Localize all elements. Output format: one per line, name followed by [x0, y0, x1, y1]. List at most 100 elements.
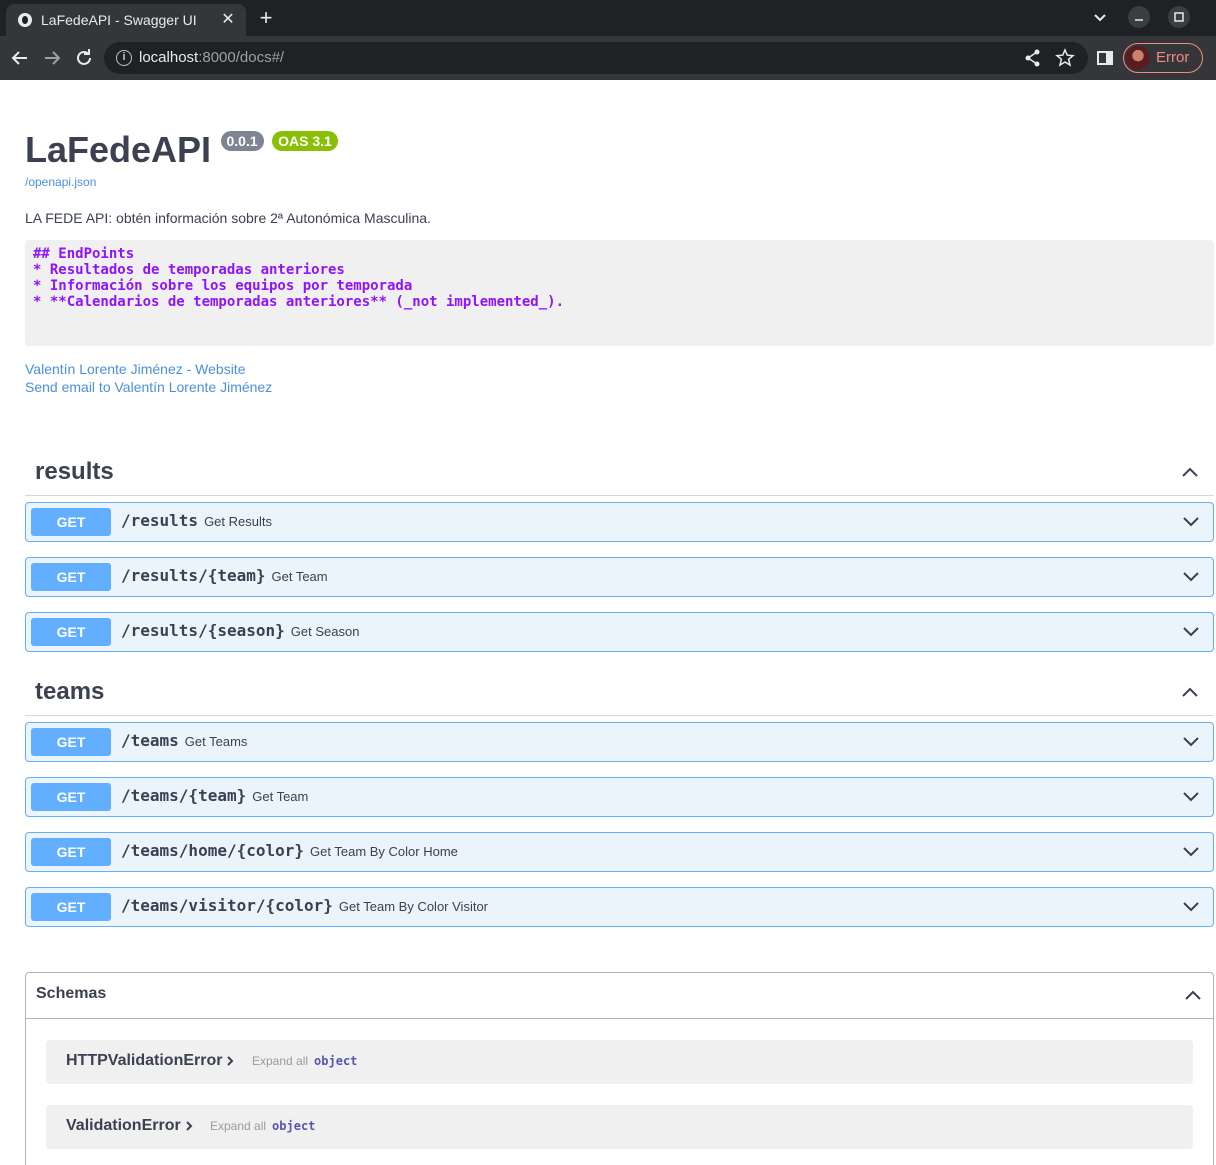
- profile-button[interactable]: Error: [1123, 43, 1203, 73]
- api-title-row: LaFedeAPI 0.0.1 OAS 3.1: [25, 128, 338, 172]
- contact-email-link[interactable]: Send email to Valentín Lorente Jiménez: [25, 379, 272, 395]
- api-description: LA FEDE API: obtén información sobre 2ª …: [25, 210, 431, 226]
- operation-summary: Get Team By Color Visitor: [338, 899, 488, 914]
- url-host: localhost: [139, 49, 199, 66]
- operation-summary: Get Team: [252, 789, 309, 804]
- chevron-right-icon[interactable]: [224, 1055, 236, 1067]
- path-text: /teams: [121, 731, 179, 750]
- schema-model-validationerror[interactable]: ValidationError Expand all object: [46, 1105, 1193, 1149]
- info-icon[interactable]: i: [116, 50, 132, 66]
- model-name-text: HTTPValidationError: [66, 1052, 223, 1069]
- chevron-down-icon[interactable]: [1181, 786, 1201, 806]
- operation-path: /results Get Results: [121, 511, 272, 530]
- browser-chrome: LaFedeAPI - Swagger UI ✕ + i localhost:8…: [0, 0, 1216, 80]
- path-text: /teams/visitor/{color}: [121, 896, 333, 915]
- section-title: teams: [35, 678, 105, 705]
- url-path: :8000/docs#/: [198, 49, 285, 66]
- chevron-down-icon[interactable]: [1181, 841, 1201, 861]
- section-teams-header[interactable]: teams: [25, 676, 1214, 716]
- chevron-up-icon[interactable]: [1180, 682, 1200, 702]
- chevron-down-icon[interactable]: [1181, 731, 1201, 751]
- version-badge: 0.0.1: [220, 131, 264, 151]
- code-line: * Resultados de temporadas anteriores: [33, 262, 345, 278]
- operation-summary: Get Team By Color Home: [310, 844, 458, 859]
- operation-get-teams-visitor-color[interactable]: GET /teams/visitor/{color} Get Team By Co…: [25, 887, 1214, 927]
- address-bar[interactable]: i localhost:8000/docs#/: [104, 42, 1088, 74]
- share-icon[interactable]: [1023, 48, 1043, 68]
- path-text: /results/{season}: [121, 621, 285, 640]
- method-badge: GET: [31, 618, 111, 646]
- chevron-down-icon[interactable]: [1181, 896, 1201, 916]
- operation-path: /teams/{team} Get Team: [121, 786, 308, 805]
- tab-search-icon[interactable]: [1090, 8, 1110, 28]
- schema-model-httpvalidationerror[interactable]: HTTPValidationError Expand all object: [46, 1040, 1193, 1084]
- reload-icon[interactable]: [72, 46, 96, 70]
- code-line: * **Calendarios de temporadas anteriores…: [33, 294, 565, 310]
- tab-close-icon[interactable]: ✕: [218, 10, 238, 30]
- side-panel-icon[interactable]: [1095, 48, 1115, 68]
- code-line: ## EndPoints: [33, 246, 135, 262]
- expand-all-link[interactable]: Expand all: [252, 1054, 308, 1068]
- minimize-icon[interactable]: [1128, 6, 1150, 28]
- model-meta: Expand all object: [252, 1054, 357, 1068]
- profile-error-label: Error: [1156, 49, 1190, 66]
- chevron-up-icon[interactable]: [1183, 985, 1203, 1005]
- operation-get-teams-home-color[interactable]: GET /teams/home/{color} Get Team By Color…: [25, 832, 1214, 872]
- section-results-header[interactable]: results: [25, 456, 1214, 496]
- operation-summary: Get Season: [290, 624, 360, 639]
- path-text: /results: [121, 511, 199, 530]
- operation-path: /teams Get Teams: [121, 731, 247, 750]
- chevron-down-icon[interactable]: [1181, 621, 1201, 641]
- model-type: object: [314, 1054, 358, 1068]
- browser-tab[interactable]: LaFedeAPI - Swagger UI ✕: [6, 4, 246, 36]
- back-icon[interactable]: [8, 46, 32, 70]
- operation-summary: Get Teams: [184, 734, 248, 749]
- method-badge: GET: [31, 508, 111, 536]
- code-line: * Información sobre los equipos por temp…: [33, 278, 413, 294]
- new-tab-icon[interactable]: +: [254, 6, 278, 30]
- avatar: [1126, 46, 1150, 70]
- oas-badge: OAS 3.1: [272, 131, 338, 151]
- method-badge: GET: [31, 563, 111, 591]
- bookmark-star-icon[interactable]: [1055, 48, 1075, 68]
- contact-website-link[interactable]: Valentín Lorente Jiménez - Website: [25, 361, 246, 377]
- swagger-favicon-icon: [18, 13, 32, 27]
- method-badge: GET: [31, 838, 111, 866]
- chevron-down-icon[interactable]: [1181, 566, 1201, 586]
- maximize-icon[interactable]: [1168, 6, 1190, 28]
- path-text: /teams/{team}: [121, 786, 247, 805]
- chevron-right-icon[interactable]: [183, 1120, 195, 1132]
- method-badge: GET: [31, 728, 111, 756]
- section-title: results: [35, 458, 114, 485]
- forward-icon[interactable]: [40, 46, 64, 70]
- operation-get-results[interactable]: GET /results Get Results: [25, 502, 1214, 542]
- operation-summary: Get Team: [271, 569, 328, 584]
- operation-get-results-team[interactable]: GET /results/{team} Get Team: [25, 557, 1214, 597]
- expand-all-link[interactable]: Expand all: [210, 1119, 266, 1133]
- method-badge: GET: [31, 893, 111, 921]
- path-text: /results/{team}: [121, 566, 266, 585]
- chevron-down-icon[interactable]: [1181, 511, 1201, 531]
- model-meta: Expand all object: [210, 1119, 315, 1133]
- model-type: object: [272, 1119, 316, 1133]
- operation-get-teams[interactable]: GET /teams Get Teams: [25, 722, 1214, 762]
- model-name[interactable]: HTTPValidationError: [66, 1052, 236, 1070]
- url-text: localhost:8000/docs#/: [139, 49, 284, 66]
- operation-path: /teams/home/{color} Get Team By Color Hom…: [121, 841, 458, 860]
- operation-path: /teams/visitor/{color} Get Team By Color …: [121, 896, 488, 915]
- operation-path: /results/{team} Get Team: [121, 566, 328, 585]
- openapi-json-link[interactable]: /openapi.json: [25, 175, 96, 189]
- model-name[interactable]: ValidationError: [66, 1117, 195, 1135]
- path-text: /teams/home/{color}: [121, 841, 305, 860]
- chevron-up-icon[interactable]: [1180, 462, 1200, 482]
- operation-get-results-season[interactable]: GET /results/{season} Get Season: [25, 612, 1214, 652]
- description-code-block: ## EndPoints * Resultados de temporadas a…: [25, 240, 1214, 346]
- model-name-text: ValidationError: [66, 1117, 181, 1134]
- operation-get-teams-team[interactable]: GET /teams/{team} Get Team: [25, 777, 1214, 817]
- method-badge: GET: [31, 783, 111, 811]
- tab-title: LaFedeAPI - Swagger UI: [41, 12, 197, 28]
- schemas-panel: Schemas HTTPValidationError Expand all ob…: [25, 972, 1214, 1165]
- operation-summary: Get Results: [204, 514, 272, 529]
- api-title: LaFedeAPI: [25, 129, 212, 170]
- schemas-header[interactable]: Schemas: [26, 973, 1213, 1019]
